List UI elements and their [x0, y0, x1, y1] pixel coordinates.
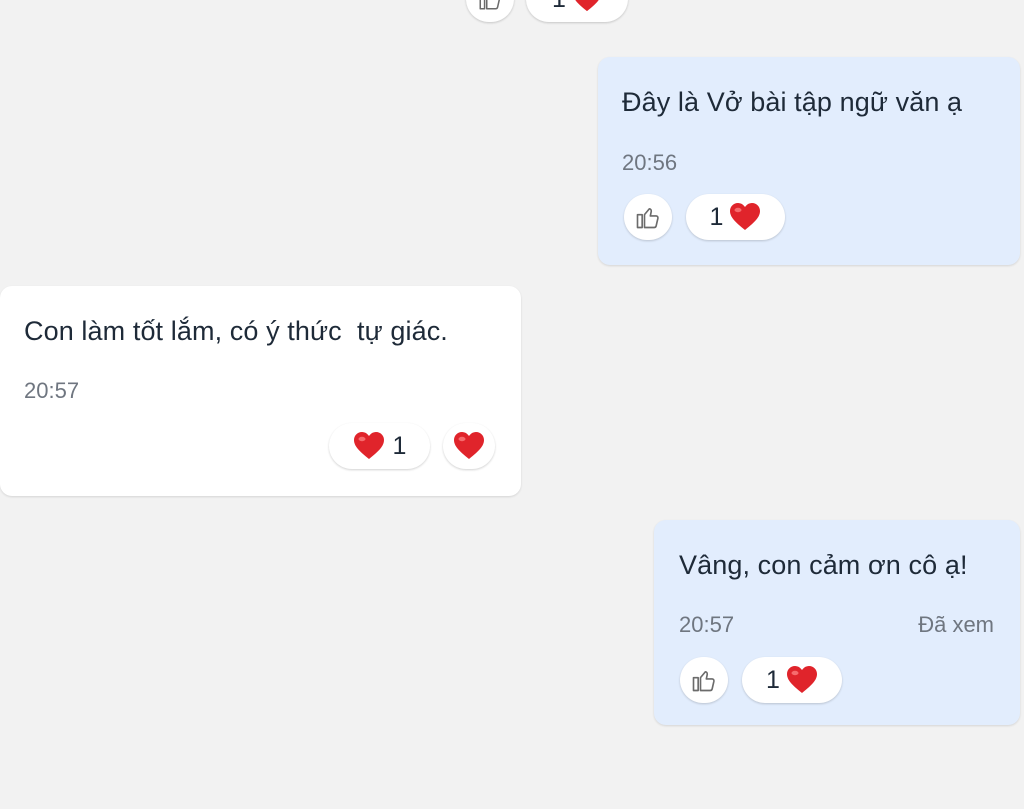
message-bubble-sent[interactable]: Đây là Vở bài tập ngữ văn ạ 20:56 1	[598, 57, 1020, 265]
heart-icon	[353, 431, 385, 461]
message-time: 20:56	[622, 150, 678, 175]
like-button[interactable]	[680, 657, 728, 703]
like-button[interactable]	[624, 194, 672, 240]
react-heart-button[interactable]	[443, 423, 495, 469]
message-time: 20:57	[679, 612, 735, 637]
seen-status: Đã xem	[918, 612, 994, 637]
thumbs-up-icon	[634, 203, 662, 231]
message-bubble-received[interactable]: Con làm tốt lắm, có ý thức tự giác. 20:5…	[0, 286, 521, 496]
reaction-summary[interactable]: 1	[526, 0, 628, 22]
reaction-count: 1	[709, 202, 724, 231]
thumbs-up-icon	[477, 0, 503, 12]
reaction-count: 1	[552, 0, 566, 14]
thumbs-up-icon	[690, 666, 718, 694]
message-text: Vâng, con cảm ơn cô ạ!	[679, 550, 968, 580]
heart-icon	[572, 0, 602, 13]
message-time: 20:57	[24, 378, 80, 403]
reaction-count: 1	[766, 665, 780, 694]
message-text: Con làm tốt lắm, có ý thức tự giác.	[24, 316, 448, 346]
reaction-summary[interactable]: 1	[686, 194, 785, 240]
like-button[interactable]	[466, 0, 514, 22]
heart-icon	[729, 202, 761, 232]
chat-conversation: 1 Đây là Vở bài tập ngữ văn ạ 20:56 1 Co…	[0, 0, 1024, 809]
heart-icon	[786, 665, 818, 695]
heart-icon	[453, 431, 485, 461]
reaction-summary[interactable]: 1	[329, 423, 430, 469]
message-bubble-sent[interactable]: Vâng, con cảm ơn cô ạ! 20:57 Đã xem 1	[654, 520, 1020, 725]
reaction-count: 1	[392, 431, 407, 460]
message-text: Đây là Vở bài tập ngữ văn ạ	[622, 87, 963, 117]
reaction-summary[interactable]: 1	[742, 657, 842, 703]
